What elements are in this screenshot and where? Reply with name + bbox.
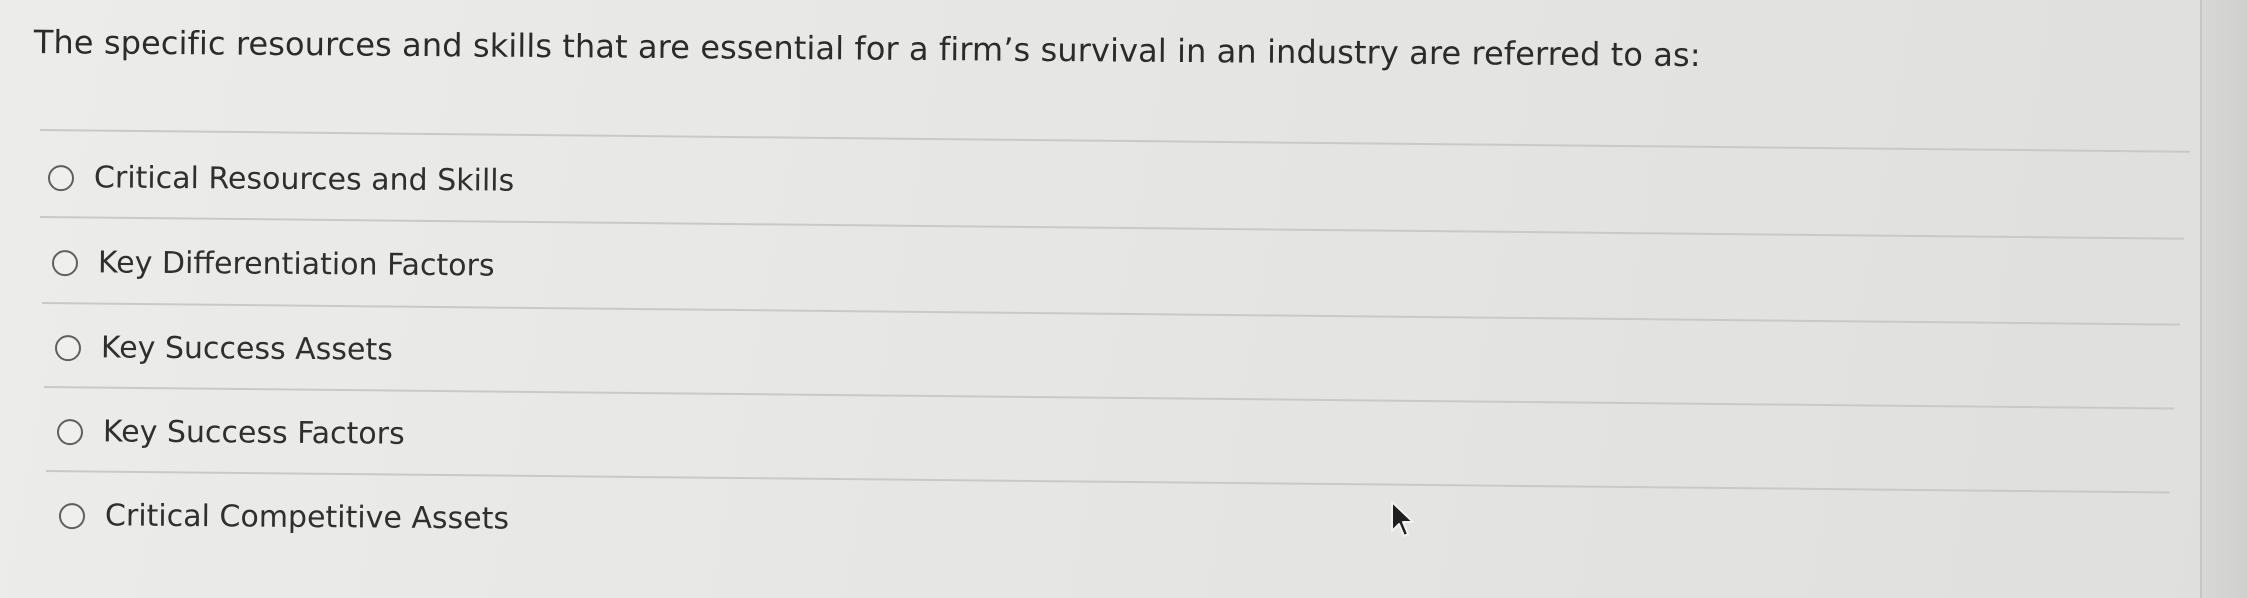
answer-option-critical-competitive-assets[interactable]: Critical Competitive Assets	[58, 498, 509, 538]
divider	[43, 386, 2174, 410]
answer-option-key-success-factors[interactable]: Key Success Factors	[56, 414, 405, 453]
radio-button-icon[interactable]	[51, 250, 79, 277]
divider	[45, 470, 2170, 494]
radio-button-icon[interactable]	[54, 335, 82, 362]
question-text: The specific resources and skills that a…	[33, 22, 1701, 75]
divider	[41, 302, 2180, 326]
quiz-page: The specific resources and skills that a…	[0, 0, 2247, 598]
answer-option-critical-resources-and-skills[interactable]: Critical Resources and Skills	[47, 160, 514, 200]
option-label[interactable]: Critical Competitive Assets	[105, 498, 509, 537]
mouse-pointer-icon	[1391, 501, 1414, 537]
option-label[interactable]: Key Success Factors	[103, 414, 405, 452]
answer-option-key-success-assets[interactable]: Key Success Assets	[54, 330, 393, 369]
answer-option-key-differentiation-factors[interactable]: Key Differentiation Factors	[51, 245, 495, 284]
radio-button-icon[interactable]	[56, 419, 84, 446]
radio-button-icon[interactable]	[47, 165, 75, 192]
question-block: The specific resources and skills that a…	[0, 0, 2200, 598]
option-label[interactable]: Key Differentiation Factors	[98, 245, 495, 284]
option-label[interactable]: Key Success Assets	[101, 330, 393, 368]
screen-edge	[2200, 0, 2247, 598]
option-label[interactable]: Critical Resources and Skills	[94, 160, 514, 199]
divider	[39, 129, 2190, 153]
divider	[39, 216, 2184, 240]
radio-button-icon[interactable]	[58, 503, 86, 530]
